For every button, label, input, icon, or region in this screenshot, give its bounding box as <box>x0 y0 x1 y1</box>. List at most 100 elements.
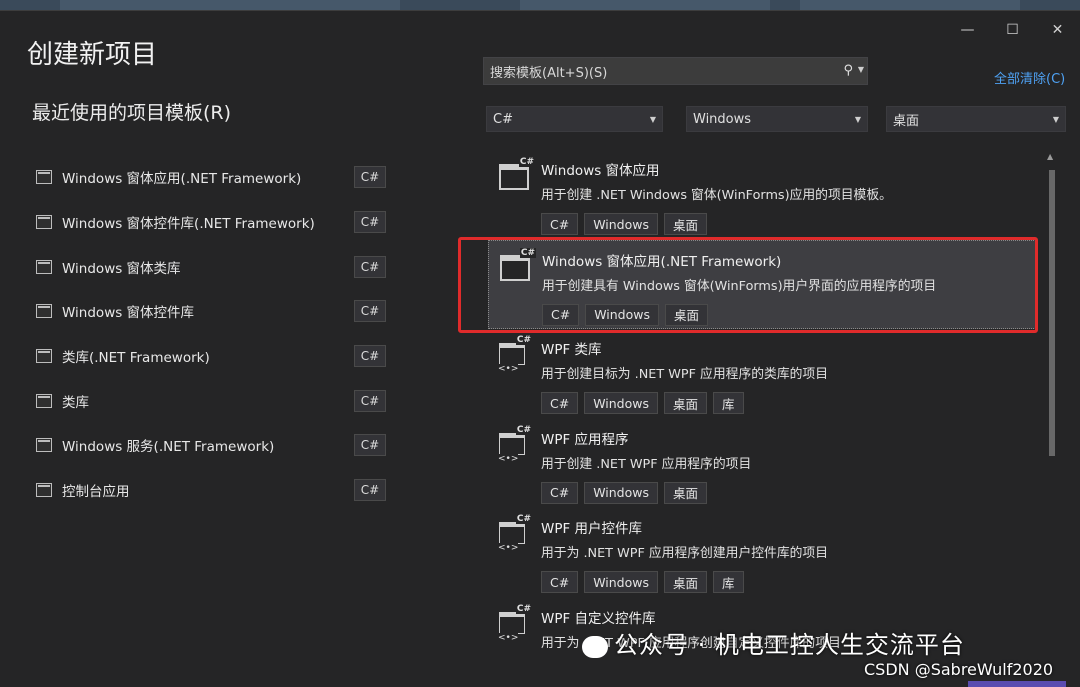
template-list-scrollbar[interactable]: ▲ <box>1046 150 1058 655</box>
recent-item[interactable]: 类库(.NET Framework) C# <box>36 334 391 379</box>
language-tag: C# <box>354 345 386 368</box>
template-item-selected[interactable]: C# Windows 窗体应用(.NET Framework) 用于创建具有 W… <box>488 239 1036 329</box>
language-tag: C# <box>354 479 386 502</box>
language-tag: C# <box>354 211 386 234</box>
template-tags: C# Windows 桌面 <box>541 481 1036 504</box>
control-library-icon <box>36 304 52 319</box>
maximize-button[interactable]: ☐ <box>990 19 1035 41</box>
project-type-filter[interactable]: 桌面 ▼ <box>886 106 1066 132</box>
scrollbar-thumb[interactable] <box>1049 170 1055 456</box>
project-type-filter-value: 桌面 <box>893 113 920 129</box>
user-control-icon: C# <box>498 514 532 553</box>
template-name: Windows 窗体应用(.NET Framework) <box>542 253 782 270</box>
tag: 桌面 <box>664 392 708 414</box>
tag: 库 <box>713 392 744 414</box>
template-item[interactable]: C# WPF 类库 用于创建目标为 .NET WPF 应用程序的类库的项目 C#… <box>488 329 1036 419</box>
tag: C# <box>541 571 579 593</box>
clear-all-link[interactable]: 全部清除(C) <box>994 68 1065 87</box>
recent-templates-list: Windows 窗体应用(.NET Framework) C# Windows … <box>36 155 391 513</box>
wpf-app-icon: C# <box>498 424 532 464</box>
service-icon <box>36 438 52 453</box>
template-item[interactable]: C# Windows 窗体应用 用于创建 .NET Windows 窗体(Win… <box>488 150 1036 240</box>
template-description: 用于创建具有 Windows 窗体(WinForms)用户界面的应用程序的项目 <box>542 278 937 294</box>
tag: 桌面 <box>664 481 708 504</box>
recent-item-label: Windows 窗体类库 <box>62 260 181 277</box>
tag: C# <box>541 213 579 235</box>
recent-item-label: Windows 服务(.NET Framework) <box>62 439 275 456</box>
recent-item[interactable]: 类库 C# <box>36 378 391 423</box>
template-tags: C# Windows 桌面 <box>541 213 1036 235</box>
template-description: 用于创建 .NET Windows 窗体(WinForms)应用的项目模板。 <box>541 188 892 203</box>
template-name: WPF 类库 <box>541 342 602 358</box>
wechat-icon <box>582 636 608 658</box>
tag: 桌面 <box>665 303 709 326</box>
recent-item[interactable]: Windows 窗体控件库(.NET Framework) C# <box>36 200 391 245</box>
tag: 桌面 <box>664 571 708 593</box>
search-icon[interactable]: ⚲ <box>843 63 853 78</box>
bottom-accent-bar <box>968 681 1066 687</box>
template-search-input[interactable]: 搜索模板(Alt+S)(S) ⚲ ▼ <box>483 57 868 85</box>
page-title: 创建新项目 <box>27 40 158 70</box>
recent-item-label: Windows 窗体应用(.NET Framework) <box>62 171 302 188</box>
close-button[interactable]: ✕ <box>1035 19 1080 41</box>
control-library-icon <box>36 215 52 230</box>
class-library-icon <box>36 393 52 408</box>
tag: Windows <box>584 481 659 504</box>
recent-item-label: 类库 <box>62 394 89 411</box>
recent-item[interactable]: Windows 窗体控件库 C# <box>36 289 391 334</box>
tag: Windows <box>584 571 659 593</box>
recent-item-label: 类库(.NET Framework) <box>62 350 210 367</box>
chevron-down-icon: ▼ <box>649 115 656 124</box>
chevron-down-icon: ▼ <box>854 115 861 124</box>
template-name: Windows 窗体应用 <box>541 163 660 179</box>
language-tag: C# <box>354 434 386 457</box>
watermark-text: 公众号 · 机电工控人生交流平台 <box>614 631 965 659</box>
wpf-library-icon: C# <box>498 335 532 374</box>
language-tag: C# <box>354 166 386 189</box>
template-tags: C# Windows 桌面 <box>542 303 1035 326</box>
class-library-icon <box>36 349 52 364</box>
platform-filter-value: Windows <box>693 111 752 127</box>
template-description: 用于为 .NET WPF 应用程序创建用户控件库的项目 <box>541 546 829 561</box>
tag: C# <box>542 303 580 326</box>
custom-control-icon: C# <box>498 603 532 643</box>
recent-item[interactable]: Windows 窗体类库 C# <box>36 244 391 289</box>
template-name: WPF 应用程序 <box>541 431 629 448</box>
template-item[interactable]: C# WPF 用户控件库 用于为 .NET WPF 应用程序创建用户控件库的项目… <box>488 508 1036 598</box>
template-description: 用于创建目标为 .NET WPF 应用程序的类库的项目 <box>541 367 829 382</box>
chevron-up-icon[interactable]: ▲ <box>1047 152 1053 161</box>
recent-item[interactable]: 控制台应用 C# <box>36 468 391 513</box>
winforms-app-icon: C# <box>500 247 536 281</box>
recent-item-label: 控制台应用 <box>62 484 130 501</box>
tag: Windows <box>584 213 659 235</box>
recent-templates-heading: 最近使用的项目模板(R) <box>32 102 232 124</box>
window-controls: — ☐ ✕ <box>945 19 1080 41</box>
template-description: 用于创建 .NET WPF 应用程序的项目 <box>541 456 752 472</box>
template-name: WPF 自定义控件库 <box>541 610 656 627</box>
language-tag: C# <box>354 300 386 323</box>
template-tags: C# Windows 桌面 库 <box>541 392 1036 414</box>
tag: C# <box>541 481 579 504</box>
form-icon <box>36 170 52 185</box>
template-tags: C# Windows 桌面 库 <box>541 571 1036 593</box>
minimize-button[interactable]: — <box>945 19 990 41</box>
language-tag: C# <box>354 255 386 278</box>
recent-item[interactable]: Windows 服务(.NET Framework) C# <box>36 423 391 468</box>
tag: Windows <box>584 392 659 414</box>
tag: 库 <box>713 571 744 593</box>
recent-item-label: Windows 窗体控件库(.NET Framework) <box>62 216 315 233</box>
template-name: WPF 用户控件库 <box>541 521 643 537</box>
recent-item-label: Windows 窗体控件库 <box>62 305 195 322</box>
recent-item[interactable]: Windows 窗体应用(.NET Framework) C# <box>36 155 391 200</box>
language-filter-value: C# <box>493 111 513 127</box>
tag: C# <box>541 392 579 414</box>
chevron-down-icon[interactable]: ▼ <box>858 65 864 74</box>
watermark-credit: CSDN @SabreWulf2020 <box>864 660 1054 679</box>
language-filter[interactable]: C# ▼ <box>486 106 663 132</box>
template-item[interactable]: C# WPF 应用程序 用于创建 .NET WPF 应用程序的项目 C# Win… <box>488 419 1036 509</box>
search-placeholder: 搜索模板(Alt+S)(S) <box>490 65 608 81</box>
console-icon <box>36 483 52 498</box>
tag: 桌面 <box>664 213 708 235</box>
platform-filter[interactable]: Windows ▼ <box>686 106 868 132</box>
class-library-icon <box>36 259 52 274</box>
